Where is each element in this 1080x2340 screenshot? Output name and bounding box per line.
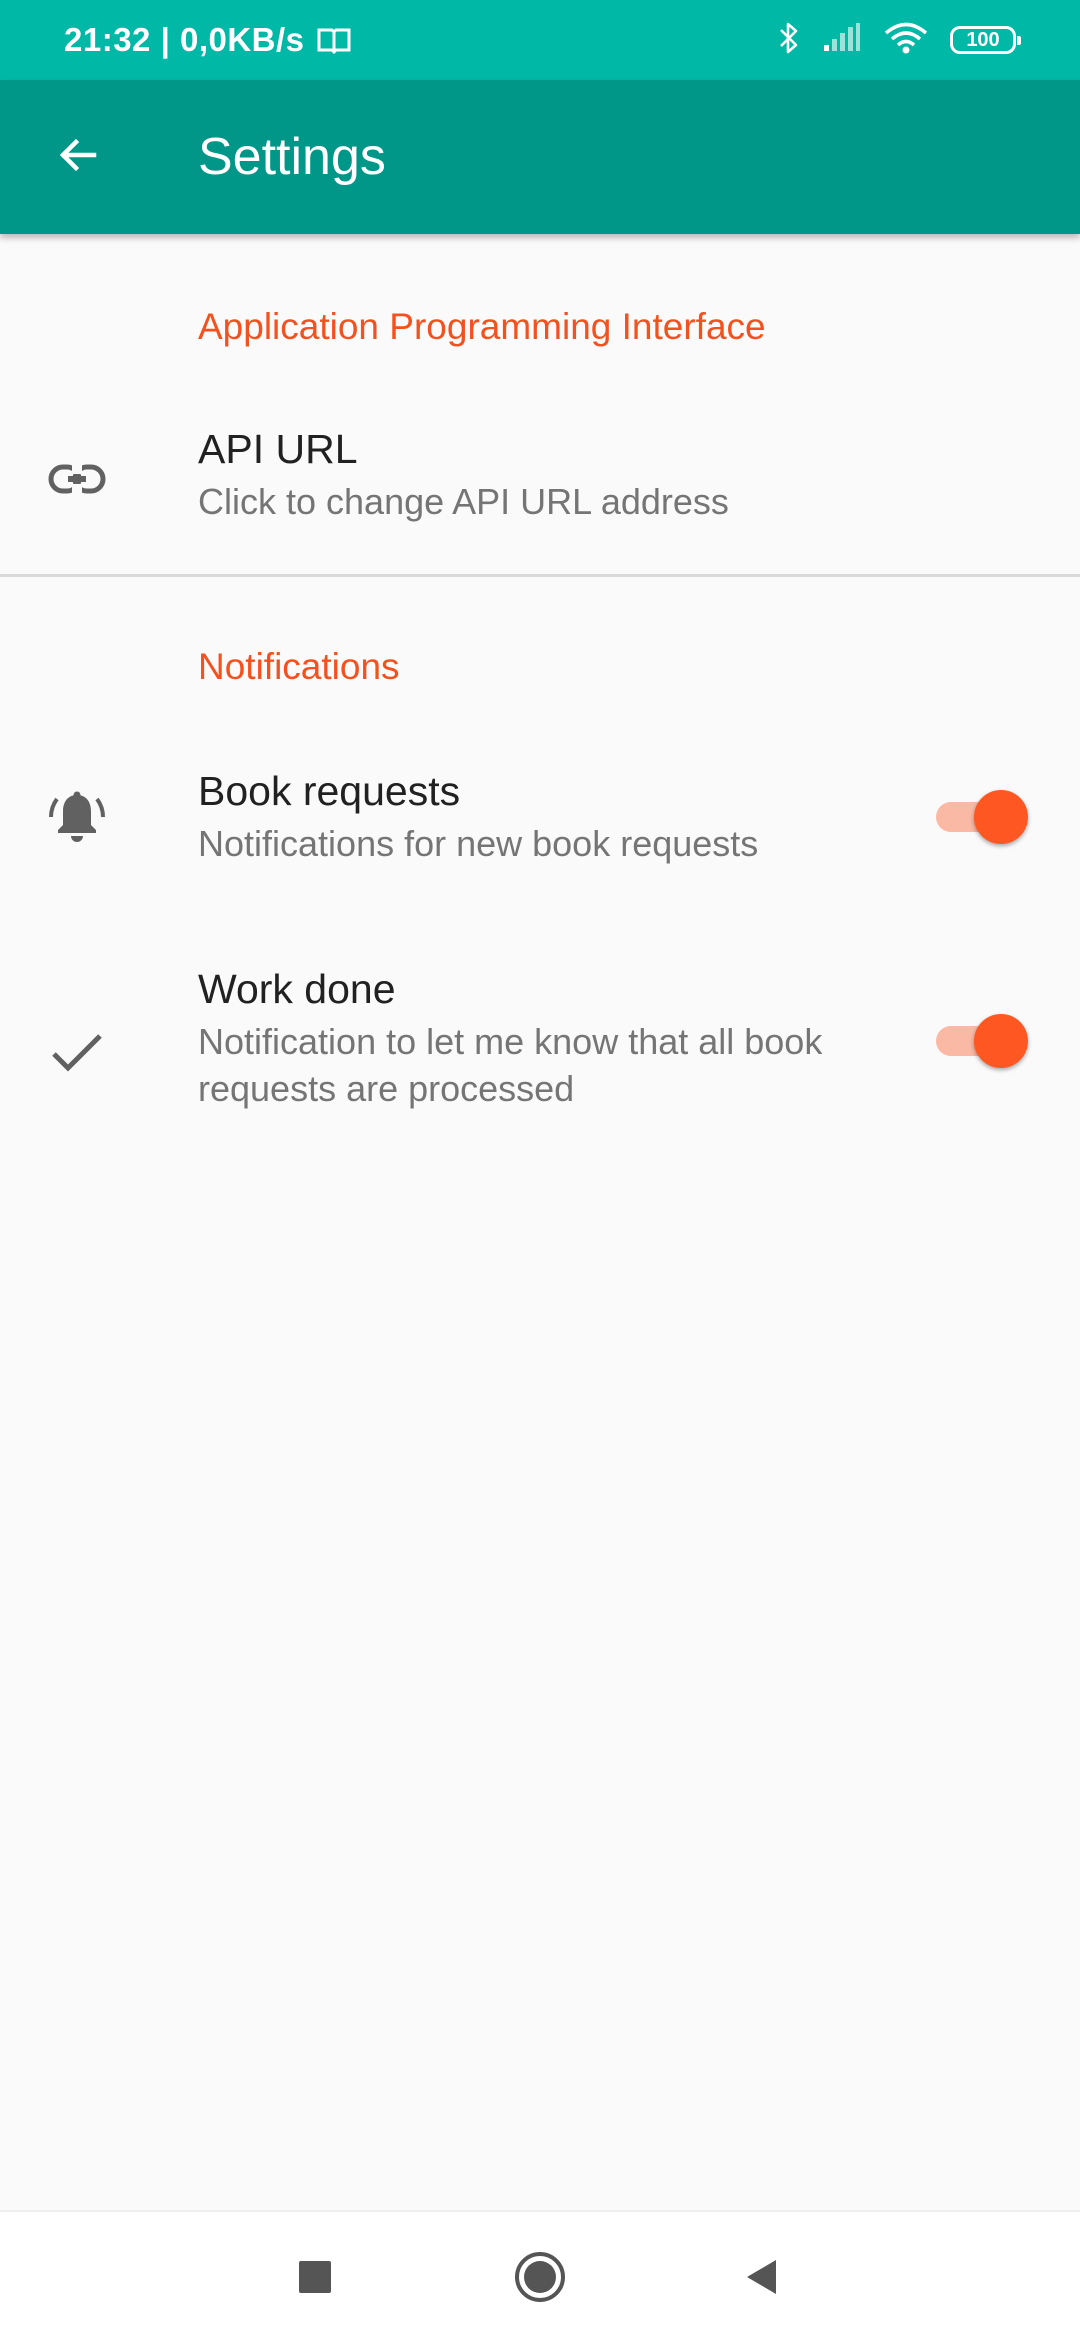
pref-summary: Click to change API URL address <box>198 481 729 522</box>
pref-book-requests[interactable]: Book requests Notifications for new book… <box>0 750 1080 910</box>
bluetooth-icon <box>778 21 800 60</box>
status-bar: 21:32 | 0,0KB/s 100 <box>0 0 1080 80</box>
pref-title: API URL <box>198 426 358 472</box>
recents-square-icon[interactable] <box>280 2242 350 2312</box>
wifi-icon <box>884 22 928 59</box>
battery-level: 100 <box>966 28 1000 51</box>
pref-title: Book requests <box>198 768 461 814</box>
switch-thumb <box>974 1014 1028 1068</box>
back-button[interactable] <box>36 115 120 199</box>
section-divider <box>0 574 1080 577</box>
signal-icon <box>822 22 862 58</box>
pref-summary: Notification to let me know that all boo… <box>198 1021 823 1109</box>
pref-summary: Notifications for new book requests <box>198 823 759 864</box>
book-icon <box>317 26 351 54</box>
section-header-notifications: Notifications <box>198 646 400 687</box>
book-requests-switch[interactable] <box>932 786 1028 846</box>
check-icon <box>44 1020 110 1086</box>
app-bar: Settings <box>0 80 1080 234</box>
system-nav-bar <box>0 2210 1080 2340</box>
bell-ring-icon <box>44 784 110 850</box>
back-triangle-icon[interactable] <box>727 2242 797 2312</box>
pref-work-done[interactable]: Work done Notification to let me know th… <box>0 950 1080 1130</box>
arrow-back-icon <box>54 131 102 184</box>
switch-thumb <box>974 790 1028 844</box>
page-title: Settings <box>198 128 386 186</box>
pref-api-url[interactable]: API URL Click to change API URL address <box>0 410 1080 570</box>
status-left: 21:32 | 0,0KB/s <box>64 0 351 80</box>
pref-title: Work done <box>198 966 396 1012</box>
status-time-speed: 21:32 | 0,0KB/s <box>64 21 305 58</box>
section-header-api: Application Programming Interface <box>198 306 766 347</box>
status-right: 100 <box>778 0 1021 80</box>
link-icon <box>44 446 110 512</box>
work-done-switch[interactable] <box>932 1010 1028 1070</box>
battery-icon: 100 <box>950 26 1021 54</box>
home-circle-icon[interactable] <box>505 2242 575 2312</box>
